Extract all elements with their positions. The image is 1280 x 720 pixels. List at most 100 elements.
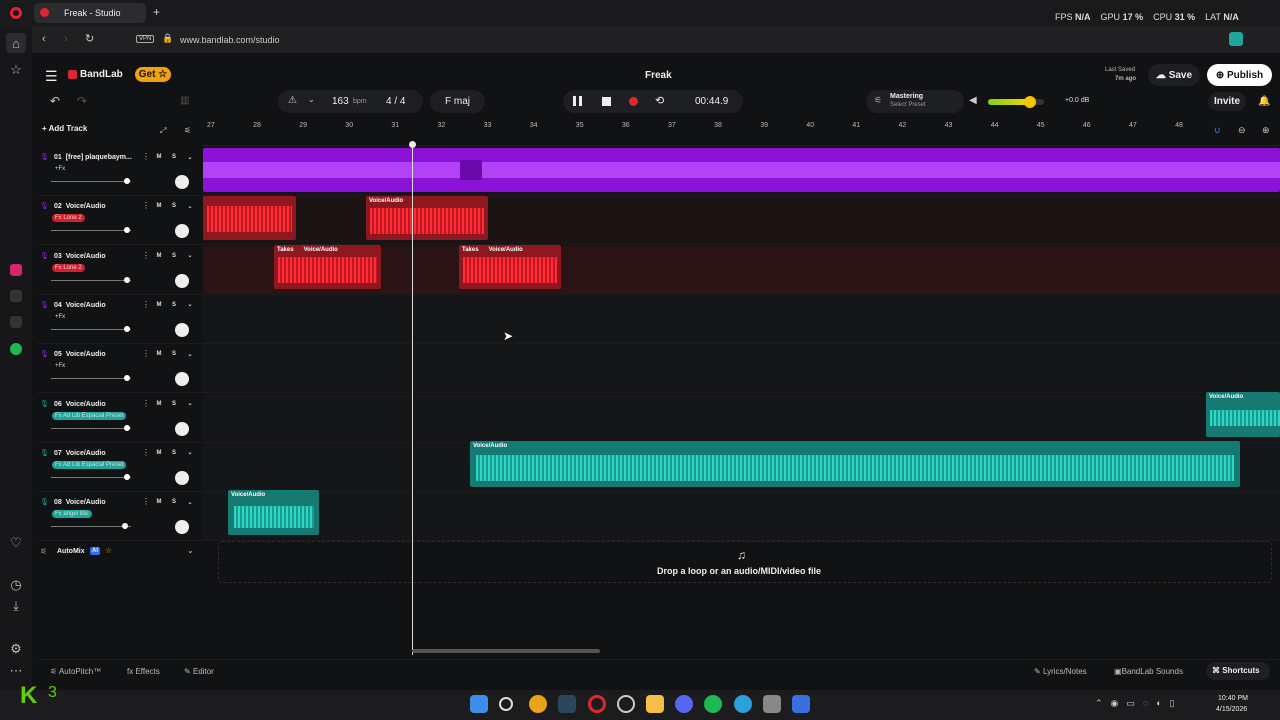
file-explorer-icon[interactable] [646, 695, 664, 713]
x-icon[interactable] [6, 312, 26, 332]
track-lane-05[interactable] [203, 344, 1280, 394]
mic-icon[interactable]: 🎙 [40, 400, 49, 408]
stop-icon[interactable] [602, 97, 611, 106]
app2-icon[interactable] [792, 695, 810, 713]
settings-icon[interactable]: ⚙ [6, 639, 26, 659]
track-name[interactable]: 04 Voice/Audio [54, 302, 106, 309]
mic-icon[interactable]: 🎙 [40, 202, 49, 210]
solo-button[interactable]: S [169, 201, 179, 211]
get-button[interactable]: Get ☆ [135, 67, 171, 82]
track-volume-slider[interactable] [51, 279, 131, 281]
track-volume-handle[interactable] [124, 473, 130, 480]
forward-icon[interactable]: › [64, 33, 68, 45]
effects-button[interactable]: fx Effects [127, 667, 160, 676]
clip-track-01[interactable] [203, 148, 1280, 192]
mute-button[interactable]: M [154, 251, 164, 261]
track-menu-icon[interactable]: ⋮ [142, 448, 150, 457]
history-icon[interactable]: ◷ [6, 575, 26, 595]
project-title[interactable]: Freak [645, 70, 672, 81]
track-volume-slider[interactable] [51, 328, 131, 330]
bpm-value[interactable]: 163 [332, 96, 349, 107]
menu-icon[interactable]: ☰ [45, 68, 58, 85]
tray-icons[interactable]: ⌃◉▭◌◐▯ [1095, 698, 1183, 709]
solo-button[interactable]: S [169, 300, 179, 310]
pause-icon[interactable] [573, 96, 582, 106]
track-name[interactable]: 07 Voice/Audio [54, 450, 106, 457]
track-volume-handle[interactable] [124, 276, 130, 283]
metronome-icon[interactable]: ⚠ [288, 95, 297, 106]
solo-button[interactable]: S [169, 448, 179, 458]
invite-button[interactable]: Invite [1208, 92, 1246, 111]
track-name[interactable]: 01 [free] plaquebaym... [54, 154, 132, 161]
browser-tab[interactable]: Freak - Studio [34, 3, 146, 23]
heart-icon[interactable]: ♡ [6, 533, 26, 553]
track-lane-06[interactable] [203, 393, 1280, 443]
track-volume-handle[interactable] [124, 375, 130, 382]
shortcuts-button[interactable]: ⌘ Shortcuts [1206, 662, 1270, 680]
mic-icon[interactable]: 🎙 [40, 449, 49, 457]
solo-button[interactable]: S [169, 251, 179, 261]
fx-chip[interactable]: Fx Lone 2 [52, 214, 85, 223]
app-icon[interactable] [617, 695, 635, 713]
lyrics-notes-button[interactable]: ✎ Lyrics/Notes [1034, 667, 1087, 676]
pan-knob[interactable] [175, 322, 189, 337]
instagram-icon[interactable] [6, 260, 26, 280]
mic-icon[interactable]: 🎙 [40, 252, 49, 260]
pan-knob[interactable] [175, 421, 189, 436]
playhead-handle[interactable] [409, 141, 416, 148]
tiktok-icon[interactable] [6, 286, 26, 306]
track-volume-handle[interactable] [124, 227, 130, 234]
chrome-icon[interactable] [529, 695, 547, 713]
wand-icon[interactable]: ⤢ [160, 126, 166, 136]
track-chevron-icon[interactable]: ⌄ [185, 201, 195, 211]
home-icon[interactable]: ⌂ [6, 33, 26, 53]
steam-icon[interactable] [558, 695, 576, 713]
track-name[interactable]: 03 Voice/Audio [54, 253, 106, 260]
track-volume-slider[interactable] [51, 181, 131, 182]
clip-track-08[interactable]: Voice/Audio [228, 490, 319, 535]
track-menu-icon[interactable]: ⋮ [142, 497, 150, 506]
pan-knob[interactable] [175, 372, 189, 387]
time-signature[interactable]: 4 / 4 [386, 96, 405, 107]
add-track-button[interactable]: + Add Track [42, 124, 87, 133]
track-volume-handle[interactable] [124, 178, 130, 184]
pan-knob[interactable] [175, 470, 189, 485]
tempo-group[interactable]: ⚠ ⌄ 163 bpm 4 / 4 [278, 90, 423, 113]
mute-button[interactable]: M [154, 448, 164, 458]
fx-chip[interactable]: +Fx [52, 362, 68, 370]
pan-knob[interactable] [175, 520, 189, 535]
track-header-08[interactable]: 🎙 08 Voice/Audio Fx angel libs ⋮ M S ⌄ [37, 492, 203, 542]
master-volume-slider[interactable] [988, 96, 1044, 108]
master-volume-handle[interactable] [1024, 96, 1036, 108]
track-chevron-icon[interactable]: ⌄ [185, 152, 195, 162]
track-volume-handle[interactable] [124, 424, 130, 431]
reload-icon[interactable]: ↻ [85, 32, 94, 45]
mute-button[interactable]: M [154, 399, 164, 409]
track-volume-slider[interactable] [51, 378, 131, 380]
url-text[interactable]: www.bandlab.com/studio [180, 35, 280, 45]
editor-button[interactable]: ✎ Editor [184, 667, 214, 676]
fx-chip[interactable]: +Fx [52, 165, 68, 173]
track-lane-02[interactable] [203, 196, 1280, 246]
back-icon[interactable]: ‹ [42, 33, 46, 45]
track-chevron-icon[interactable]: ⌄ [185, 497, 195, 507]
mute-button[interactable]: M [154, 349, 164, 359]
clip-track-07[interactable]: Voice/Audio [470, 441, 1240, 487]
search-icon[interactable] [499, 697, 513, 711]
track-volume-slider[interactable] [51, 476, 131, 478]
speaker-icon[interactable]: ◀ [969, 95, 977, 106]
solo-button[interactable]: S [169, 497, 179, 507]
track-header-03[interactable]: 🎙 03 Voice/Audio Fx Lone 2 ⋮ M S ⌄ [37, 246, 203, 295]
track-volume-handle[interactable] [124, 325, 130, 332]
track-name[interactable]: 02 Voice/Audio [54, 203, 106, 210]
track-lane-08[interactable] [203, 492, 1280, 542]
bandlab-sounds-button[interactable]: ▣BandLab Sounds [1114, 667, 1183, 676]
fx-chip[interactable]: Fx Ad Lib Espacial Preset [52, 411, 127, 420]
clip-track-03a[interactable]: Takes Voice/Audio [274, 245, 381, 289]
clip-track-02b[interactable]: Voice/Audio [366, 196, 488, 240]
track-volume-handle[interactable] [121, 523, 128, 530]
track-chevron-icon[interactable]: ⌄ [185, 448, 195, 458]
mic-icon[interactable]: 🎙 [40, 153, 49, 161]
track-volume-slider[interactable] [51, 526, 131, 528]
track-chevron-icon[interactable]: ⌄ [185, 251, 195, 261]
